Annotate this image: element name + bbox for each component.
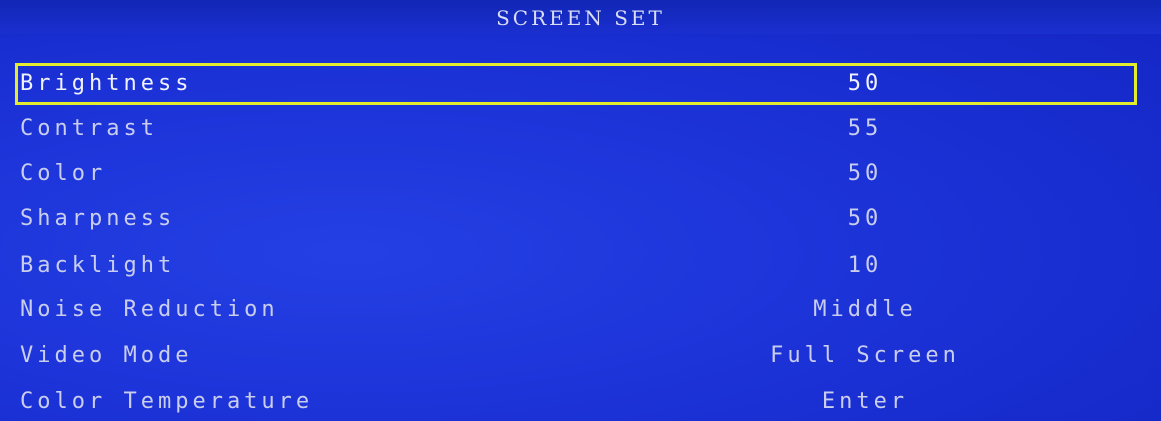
menu-item-backlight[interactable]: Backlight 10 [0, 245, 1161, 291]
menu-item-label: Video Mode [20, 343, 193, 368]
menu-item-contrast[interactable]: Contrast 55 [0, 108, 1161, 154]
menu-item-label: Color Temperature [20, 389, 314, 414]
menu-item-video-mode[interactable]: Video Mode Full Screen [0, 335, 1161, 381]
menu-item-sharpness[interactable]: Sharpness 50 [0, 198, 1161, 244]
menu-item-noise-reduction[interactable]: Noise Reduction Middle [0, 289, 1161, 335]
menu-item-label: Noise Reduction [20, 297, 279, 322]
menu-item-value: Full Screen [770, 343, 960, 368]
menu-title: SCREEN SET [496, 6, 665, 30]
menu-item-label: Backlight [20, 253, 176, 278]
menu-item-brightness[interactable]: Brightness 50 [0, 63, 1161, 109]
menu-item-value: 50 [847, 71, 883, 96]
menu-item-color[interactable]: Color 50 [0, 153, 1161, 199]
menu-item-value: Middle [813, 297, 917, 322]
menu-item-label: Sharpness [20, 206, 176, 231]
osd-screen: SCREEN SET Brightness 50 Contrast 55 Col… [0, 0, 1161, 421]
menu-item-value: Enter [821, 389, 909, 414]
menu-item-value: 10 [847, 253, 883, 278]
menu-item-value: 50 [847, 161, 883, 186]
menu-item-value: 55 [847, 116, 883, 141]
menu-item-label: Color [20, 161, 107, 186]
menu-item-label: Contrast [20, 116, 158, 141]
menu-item-label: Brightness [20, 71, 193, 96]
menu-item-value: 50 [847, 206, 883, 231]
menu-item-color-temperature[interactable]: Color Temperature Enter [0, 381, 1161, 421]
title-bar: SCREEN SET [0, 0, 1161, 34]
